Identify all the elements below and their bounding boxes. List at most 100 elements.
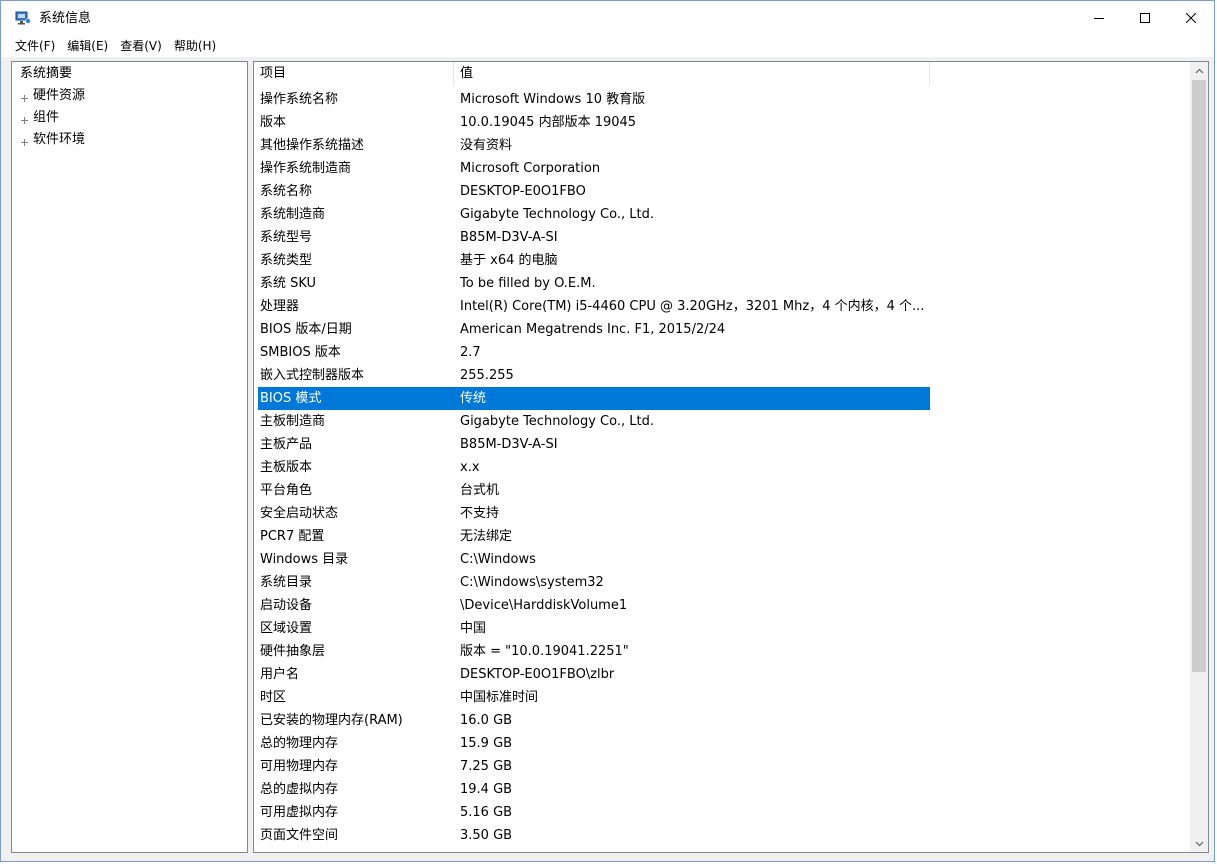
table-row[interactable]: 区域设置 中国 xyxy=(258,617,930,640)
row-item-cell: 系统类型 xyxy=(260,253,313,268)
list-header: 项目 值 xyxy=(254,62,1190,86)
table-row[interactable]: 硬件抽象层 版本 = "10.0.19041.2251" xyxy=(258,640,930,663)
table-row[interactable]: 可用物理内存 7.25 GB xyxy=(258,755,930,778)
system-info-icon xyxy=(15,11,31,25)
row-item-cell: 总的物理内存 xyxy=(260,736,339,751)
row-value-cell: 2.7 xyxy=(460,345,481,360)
scroll-up-button[interactable] xyxy=(1190,62,1208,79)
row-item-cell: 平台角色 xyxy=(260,483,313,498)
row-value-cell: Microsoft Corporation xyxy=(460,161,601,176)
row-value-cell: DESKTOP-E0O1FBO\zlbr xyxy=(460,667,615,682)
row-item-cell: 区域设置 xyxy=(260,621,313,636)
row-item-cell: 主板制造商 xyxy=(260,414,326,429)
row-item-cell: 可用物理内存 xyxy=(260,759,339,774)
maximize-button[interactable] xyxy=(1122,1,1168,35)
menu-view[interactable]: 查看(V) xyxy=(114,36,168,56)
vertical-scrollbar[interactable] xyxy=(1190,62,1208,852)
expand-plus-icon[interactable] xyxy=(20,134,29,146)
scroll-down-button[interactable] xyxy=(1190,835,1208,852)
row-value-cell: B85M-D3V-A-SI xyxy=(460,437,558,452)
row-value-cell: 10.0.19045 内部版本 19045 xyxy=(460,115,637,130)
minimize-button[interactable] xyxy=(1076,1,1122,35)
row-item-cell: 操作系统名称 xyxy=(260,92,339,107)
table-row[interactable]: 安全启动状态 不支持 xyxy=(258,502,930,525)
tree-item-label: 软件环境 xyxy=(33,132,86,147)
row-item-cell: 操作系统制造商 xyxy=(260,161,352,176)
row-value-cell: 无法绑定 xyxy=(460,529,513,544)
row-value-cell: Gigabyte Technology Co., Ltd. xyxy=(460,414,654,429)
table-row[interactable]: 版本 10.0.19045 内部版本 19045 xyxy=(258,111,930,134)
tree-item-hardware-resources[interactable]: 硬件资源 xyxy=(20,86,85,106)
row-item-cell: 系统型号 xyxy=(260,230,313,245)
row-item-cell: 系统制造商 xyxy=(260,207,326,222)
table-row[interactable]: 可用虚拟内存 5.16 GB xyxy=(258,801,930,824)
table-row[interactable]: 系统名称 DESKTOP-E0O1FBO xyxy=(258,180,930,203)
scroll-thumb[interactable] xyxy=(1192,80,1206,672)
table-row[interactable]: SMBIOS 版本 2.7 xyxy=(258,341,930,364)
row-item-cell: 启动设备 xyxy=(260,598,313,613)
menu-file[interactable]: 文件(F) xyxy=(9,36,61,56)
category-tree[interactable]: 系统摘要 硬件资源 组件 软件环境 xyxy=(11,61,248,853)
menu-edit[interactable]: 编辑(E) xyxy=(61,36,114,56)
table-row[interactable]: 已安装的物理内存(RAM) 16.0 GB xyxy=(258,709,930,732)
close-button[interactable] xyxy=(1168,1,1214,35)
row-value-cell: C:\Windows\system32 xyxy=(460,575,604,590)
expand-plus-icon[interactable] xyxy=(20,90,29,102)
table-row[interactable]: 启动设备 \Device\HarddiskVolume1 xyxy=(258,594,930,617)
row-item-cell: 主板产品 xyxy=(260,437,313,452)
table-row[interactable]: 总的物理内存 15.9 GB xyxy=(258,732,930,755)
row-value-cell: 台式机 xyxy=(460,483,500,498)
table-row[interactable]: 页面文件空间 3.50 GB xyxy=(258,824,930,847)
row-item-cell: 系统目录 xyxy=(260,575,313,590)
row-item-cell: Windows 目录 xyxy=(260,552,349,567)
title-bar[interactable]: 系统信息 xyxy=(1,1,1214,35)
row-value-cell: 不支持 xyxy=(460,506,500,521)
table-row[interactable]: 操作系统制造商 Microsoft Corporation xyxy=(258,157,930,180)
table-row[interactable]: PCR7 配置 无法绑定 xyxy=(258,525,930,548)
column-header-value[interactable]: 值 xyxy=(454,62,930,86)
expand-plus-icon[interactable] xyxy=(20,112,29,124)
table-row[interactable]: 系统 SKU To be filled by O.E.M. xyxy=(258,272,930,295)
table-row[interactable]: 系统类型 基于 x64 的电脑 xyxy=(258,249,930,272)
row-value-cell: 5.16 GB xyxy=(460,805,513,820)
row-value-cell: 15.9 GB xyxy=(460,736,513,751)
table-row[interactable]: 时区 中国标准时间 xyxy=(258,686,930,709)
row-item-cell: 可用虚拟内存 xyxy=(260,805,339,820)
row-item-cell: PCR7 配置 xyxy=(260,529,325,544)
table-row[interactable]: 系统目录 C:\Windows\system32 xyxy=(258,571,930,594)
close-icon xyxy=(1186,13,1196,23)
table-row[interactable]: BIOS 模式 传统 xyxy=(258,387,930,410)
table-row[interactable]: BIOS 版本/日期 American Megatrends Inc. F1, 2… xyxy=(258,318,930,341)
table-row[interactable]: 总的虚拟内存 19.4 GB xyxy=(258,778,930,801)
row-item-cell: 版本 xyxy=(260,115,287,130)
table-row[interactable]: 主板版本 x.x xyxy=(258,456,930,479)
table-row[interactable]: 其他操作系统描述 没有资料 xyxy=(258,134,930,157)
tree-item-components[interactable]: 组件 xyxy=(20,108,59,128)
table-row[interactable]: 用户名 DESKTOP-E0O1FBO\zlbr xyxy=(258,663,930,686)
table-row[interactable]: Windows 目录 C:\Windows xyxy=(258,548,930,571)
table-row[interactable]: 操作系统名称 Microsoft Windows 10 教育版 xyxy=(258,88,930,111)
menu-bar: 文件(F) 编辑(E) 查看(V) 帮助(H) xyxy=(1,35,1214,57)
row-item-cell: 安全启动状态 xyxy=(260,506,339,521)
table-row[interactable]: 系统制造商 Gigabyte Technology Co., Ltd. xyxy=(258,203,930,226)
column-header-item[interactable]: 项目 xyxy=(254,62,454,86)
table-row[interactable]: 处理器 Intel(R) Core(TM) i5-4460 CPU @ 3.20G… xyxy=(258,295,930,318)
menu-help[interactable]: 帮助(H) xyxy=(168,36,222,56)
row-value-cell: Gigabyte Technology Co., Ltd. xyxy=(460,207,654,222)
row-value-cell: 基于 x64 的电脑 xyxy=(460,253,558,268)
row-item-cell: 系统 SKU xyxy=(260,276,317,291)
window-title: 系统信息 xyxy=(39,11,92,26)
tree-item-software-environment[interactable]: 软件环境 xyxy=(20,130,85,150)
table-row[interactable]: 主板制造商 Gigabyte Technology Co., Ltd. xyxy=(258,410,930,433)
details-list[interactable]: 项目 值 操作系统名称 Microsoft Windows 10 教育版版本 10.… xyxy=(253,61,1209,853)
row-value-cell: 7.25 GB xyxy=(460,759,513,774)
table-row[interactable]: 主板产品 B85M-D3V-A-SI xyxy=(258,433,930,456)
table-row[interactable]: 平台角色 台式机 xyxy=(258,479,930,502)
table-row[interactable]: 嵌入式控制器版本 255.255 xyxy=(258,364,930,387)
tree-item-system-summary[interactable]: 系统摘要 xyxy=(18,64,74,84)
table-row[interactable]: 系统型号 B85M-D3V-A-SI xyxy=(258,226,930,249)
row-item-cell: 处理器 xyxy=(260,299,300,314)
minimize-icon xyxy=(1094,13,1104,23)
row-value-cell: 版本 = "10.0.19041.2251" xyxy=(460,644,629,659)
row-value-cell: DESKTOP-E0O1FBO xyxy=(460,184,586,199)
